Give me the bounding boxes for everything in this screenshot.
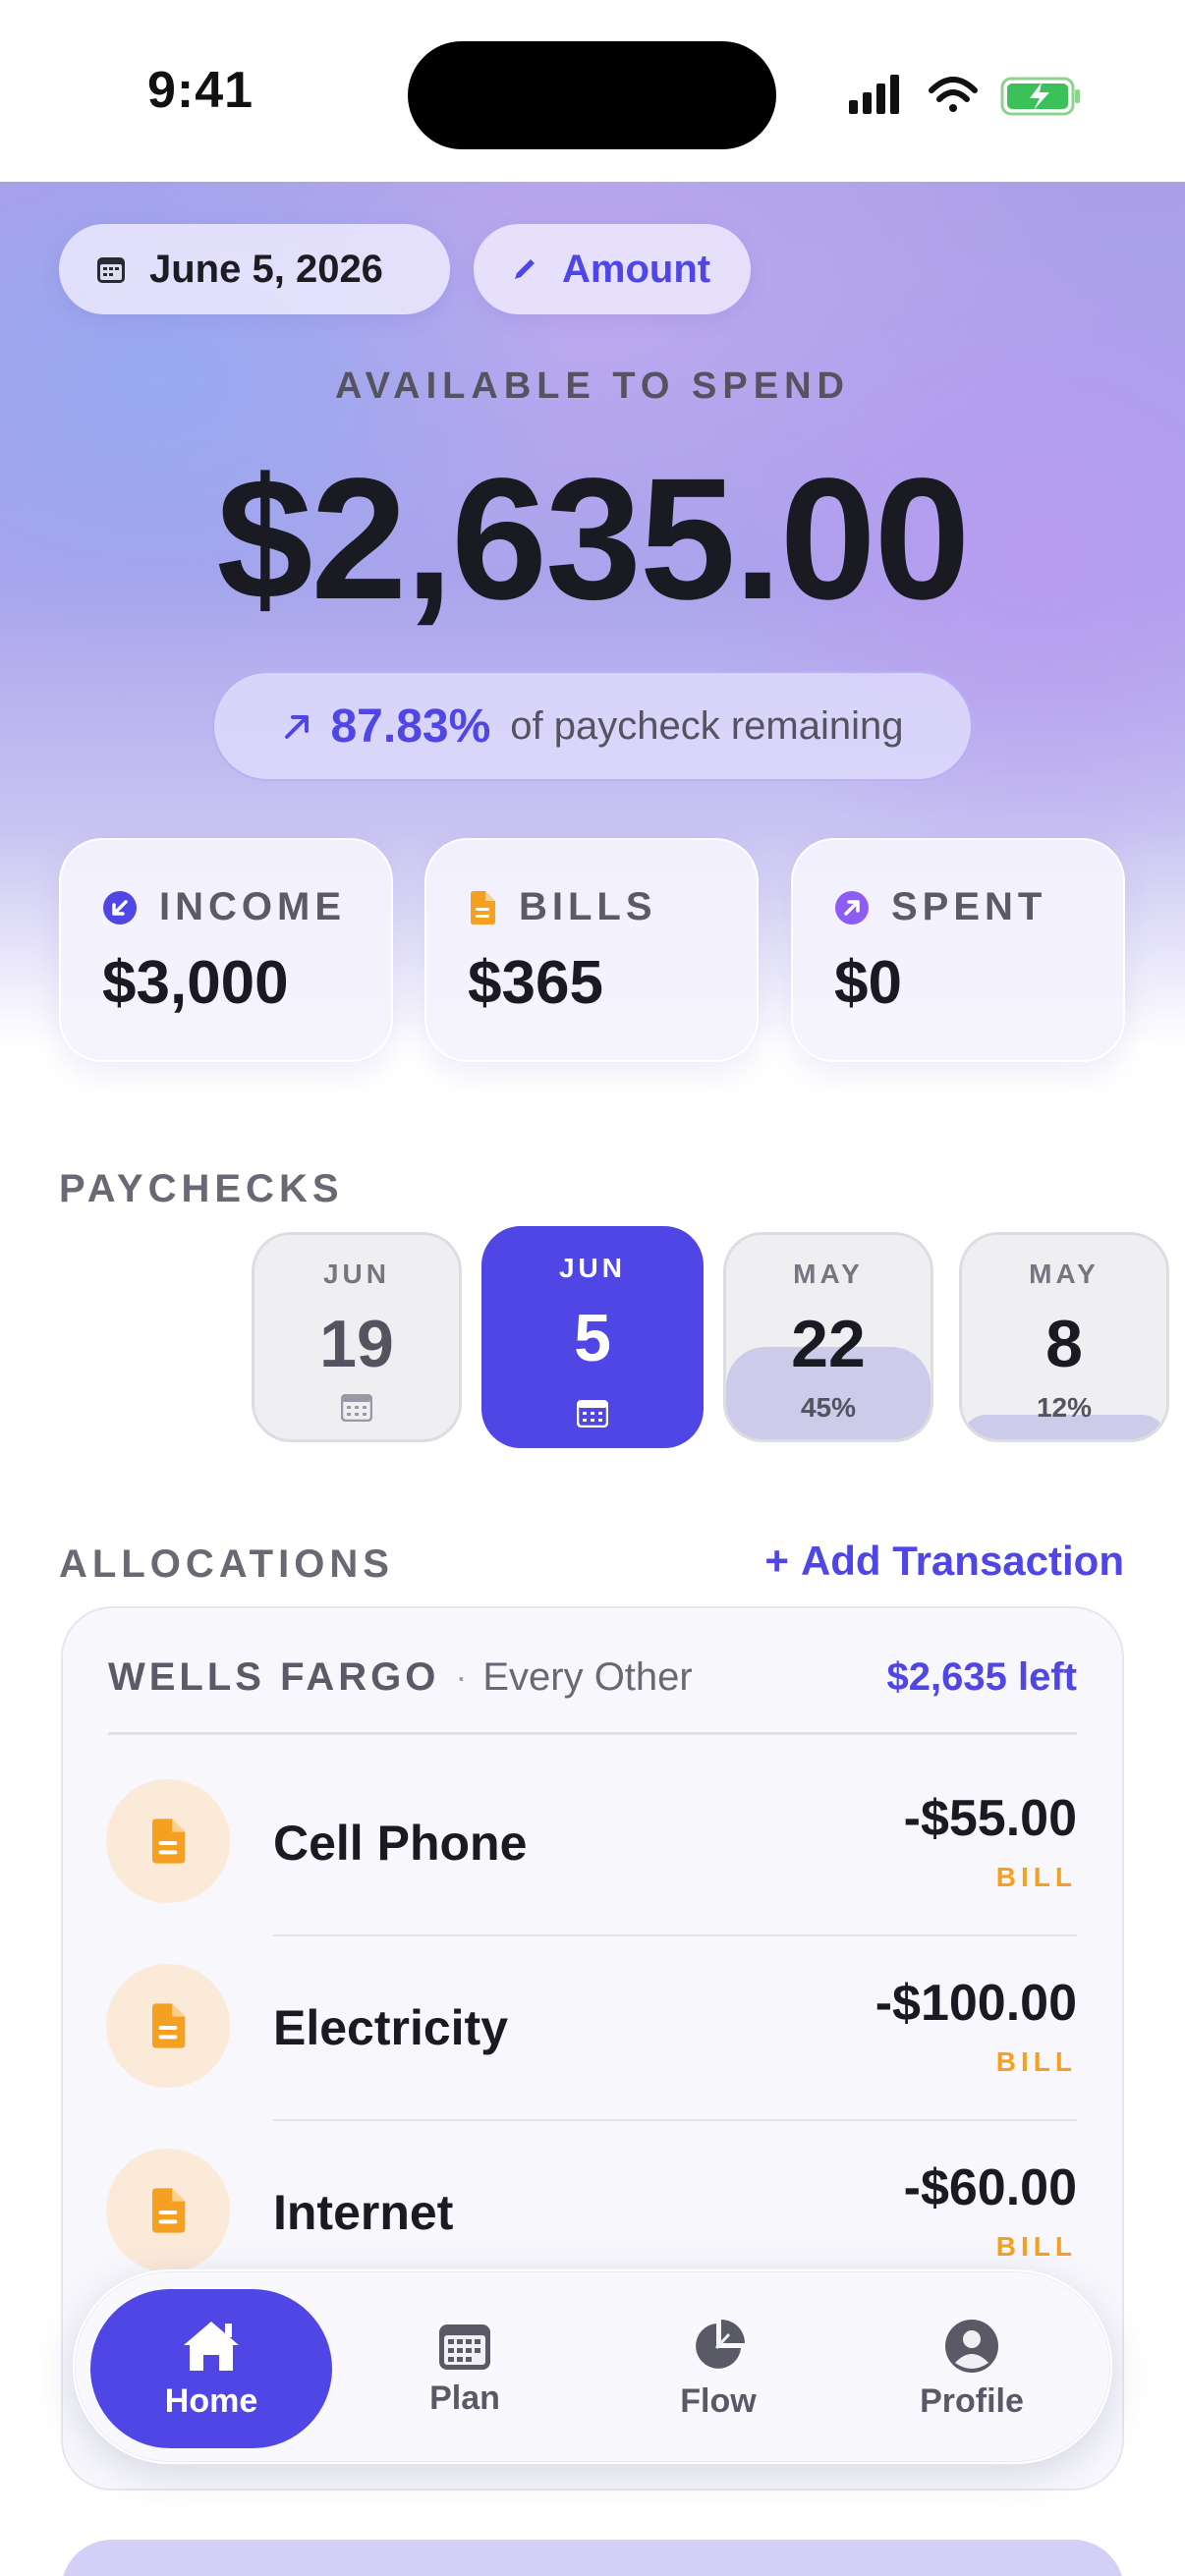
list-item[interactable]: Electricity -$100.00 BILL — [63, 1936, 1122, 2121]
income-card[interactable]: INCOME $3,000 — [59, 838, 393, 1062]
status-bar: 9:41 — [0, 0, 1185, 182]
battery-icon — [1000, 77, 1080, 116]
tab-home[interactable]: Home — [90, 2289, 332, 2448]
calendar-icon — [577, 1400, 608, 1428]
paycheck-month: JUN — [558, 1253, 626, 1283]
paycheck-day: 5 — [574, 1301, 611, 1375]
person-circle-icon — [945, 2319, 998, 2373]
spent-label: SPENT — [891, 885, 1047, 928]
bills-value: $365 — [468, 949, 603, 1017]
available-amount: $2,635.00 — [216, 443, 971, 636]
bills-label: BILLS — [519, 885, 657, 928]
bill-document-icon — [106, 2149, 230, 2272]
house-icon — [184, 2321, 239, 2371]
tab-home-label: Home — [164, 2381, 258, 2420]
paycheck-percent: 12% — [1036, 1392, 1093, 1423]
income-label: INCOME — [159, 885, 346, 928]
allocations-label: ALLOCATIONS — [59, 1542, 394, 1586]
paycheck-month: JUN — [322, 1259, 390, 1289]
add-transaction-button[interactable]: + Add Transaction — [764, 1538, 1124, 1585]
date-chip[interactable]: June 5, 2026 — [59, 224, 450, 314]
bill-document-icon — [106, 1964, 230, 2088]
tab-bar: Home Plan Flow Profile — [73, 2269, 1112, 2464]
row-title: Electricity — [273, 2000, 509, 2055]
calendar-icon — [341, 1394, 372, 1422]
amount-chip-label: Amount — [562, 247, 711, 291]
row-title: Cell Phone — [273, 1816, 528, 1871]
dynamic-island — [408, 41, 776, 149]
date-chip-label: June 5, 2026 — [149, 247, 383, 291]
document-icon — [471, 890, 495, 924]
tab-plan-label: Plan — [429, 2379, 500, 2417]
spent-card[interactable]: SPENT $0 — [791, 838, 1125, 1062]
status-time: 9:41 — [147, 62, 254, 119]
next-section-card — [61, 2540, 1124, 2576]
tab-flow[interactable]: Flow — [597, 2289, 839, 2448]
income-value: $3,000 — [102, 949, 289, 1017]
bills-card[interactable]: BILLS $365 — [424, 838, 759, 1062]
divider — [108, 1732, 1077, 1735]
row-amount: -$60.00 — [903, 2159, 1077, 2216]
signal-icon — [849, 75, 899, 114]
bill-document-icon — [106, 1779, 230, 1903]
arrow-down-left-icon — [103, 890, 137, 924]
paycheck-may-8[interactable]: MAY 8 12% — [959, 1232, 1169, 1442]
paycheck-percent: 45% — [800, 1392, 857, 1423]
calendar-grid-icon — [439, 2324, 490, 2370]
pie-chart-icon — [696, 2319, 745, 2369]
row-amount: -$55.00 — [903, 1790, 1077, 1847]
plus-icon: + — [764, 1538, 789, 1584]
row-tag: BILL — [995, 2231, 1077, 2262]
trend-up-icon — [285, 715, 310, 739]
account-header[interactable]: WELLS FARGO · Every Other $2,635 left — [108, 1648, 1077, 1707]
wifi-icon — [929, 77, 978, 112]
paychecks-label: PAYCHECKS — [59, 1167, 344, 1210]
remaining-percent: 87.83% — [330, 700, 491, 753]
account-name: WELLS FARGO — [108, 1654, 440, 1699]
account-left-amount: $2,635 left — [886, 1654, 1077, 1699]
arrow-up-right-icon — [835, 890, 869, 924]
available-label: AVAILABLE TO SPEND — [335, 365, 850, 407]
row-tag: BILL — [995, 2046, 1077, 2077]
add-transaction-label: Add Transaction — [800, 1538, 1124, 1584]
account-frequency: Every Other — [482, 1654, 693, 1699]
remaining-text: of paycheck remaining — [510, 703, 904, 748]
paycheck-may-22[interactable]: MAY 22 45% — [723, 1232, 933, 1442]
pencil-icon — [515, 259, 535, 279]
paycheck-jun-5[interactable]: JUN 5 — [481, 1226, 704, 1448]
status-icons — [849, 75, 1080, 116]
paycheck-day: 8 — [1045, 1307, 1083, 1381]
tab-profile-label: Profile — [920, 2381, 1024, 2420]
paycheck-day: 19 — [319, 1307, 394, 1381]
tab-plan[interactable]: Plan — [344, 2289, 586, 2448]
separator-dot: · — [455, 1656, 468, 1697]
row-title: Internet — [273, 2185, 454, 2240]
tab-profile[interactable]: Profile — [851, 2289, 1093, 2448]
row-tag: BILL — [995, 1862, 1077, 1892]
list-item[interactable]: Cell Phone -$55.00 BILL — [63, 1752, 1122, 1936]
paycheck-month: MAY — [1029, 1259, 1100, 1289]
amount-chip[interactable]: Amount — [474, 224, 751, 314]
paycheck-day: 22 — [791, 1307, 866, 1381]
remaining-pill: 87.83% of paycheck remaining — [212, 671, 973, 781]
calendar-icon — [97, 257, 125, 283]
paycheck-jun-19[interactable]: JUN 19 — [252, 1232, 462, 1442]
spent-value: $0 — [834, 949, 902, 1017]
row-amount: -$100.00 — [875, 1975, 1077, 2032]
paycheck-month: MAY — [793, 1259, 864, 1289]
tab-flow-label: Flow — [680, 2381, 757, 2420]
